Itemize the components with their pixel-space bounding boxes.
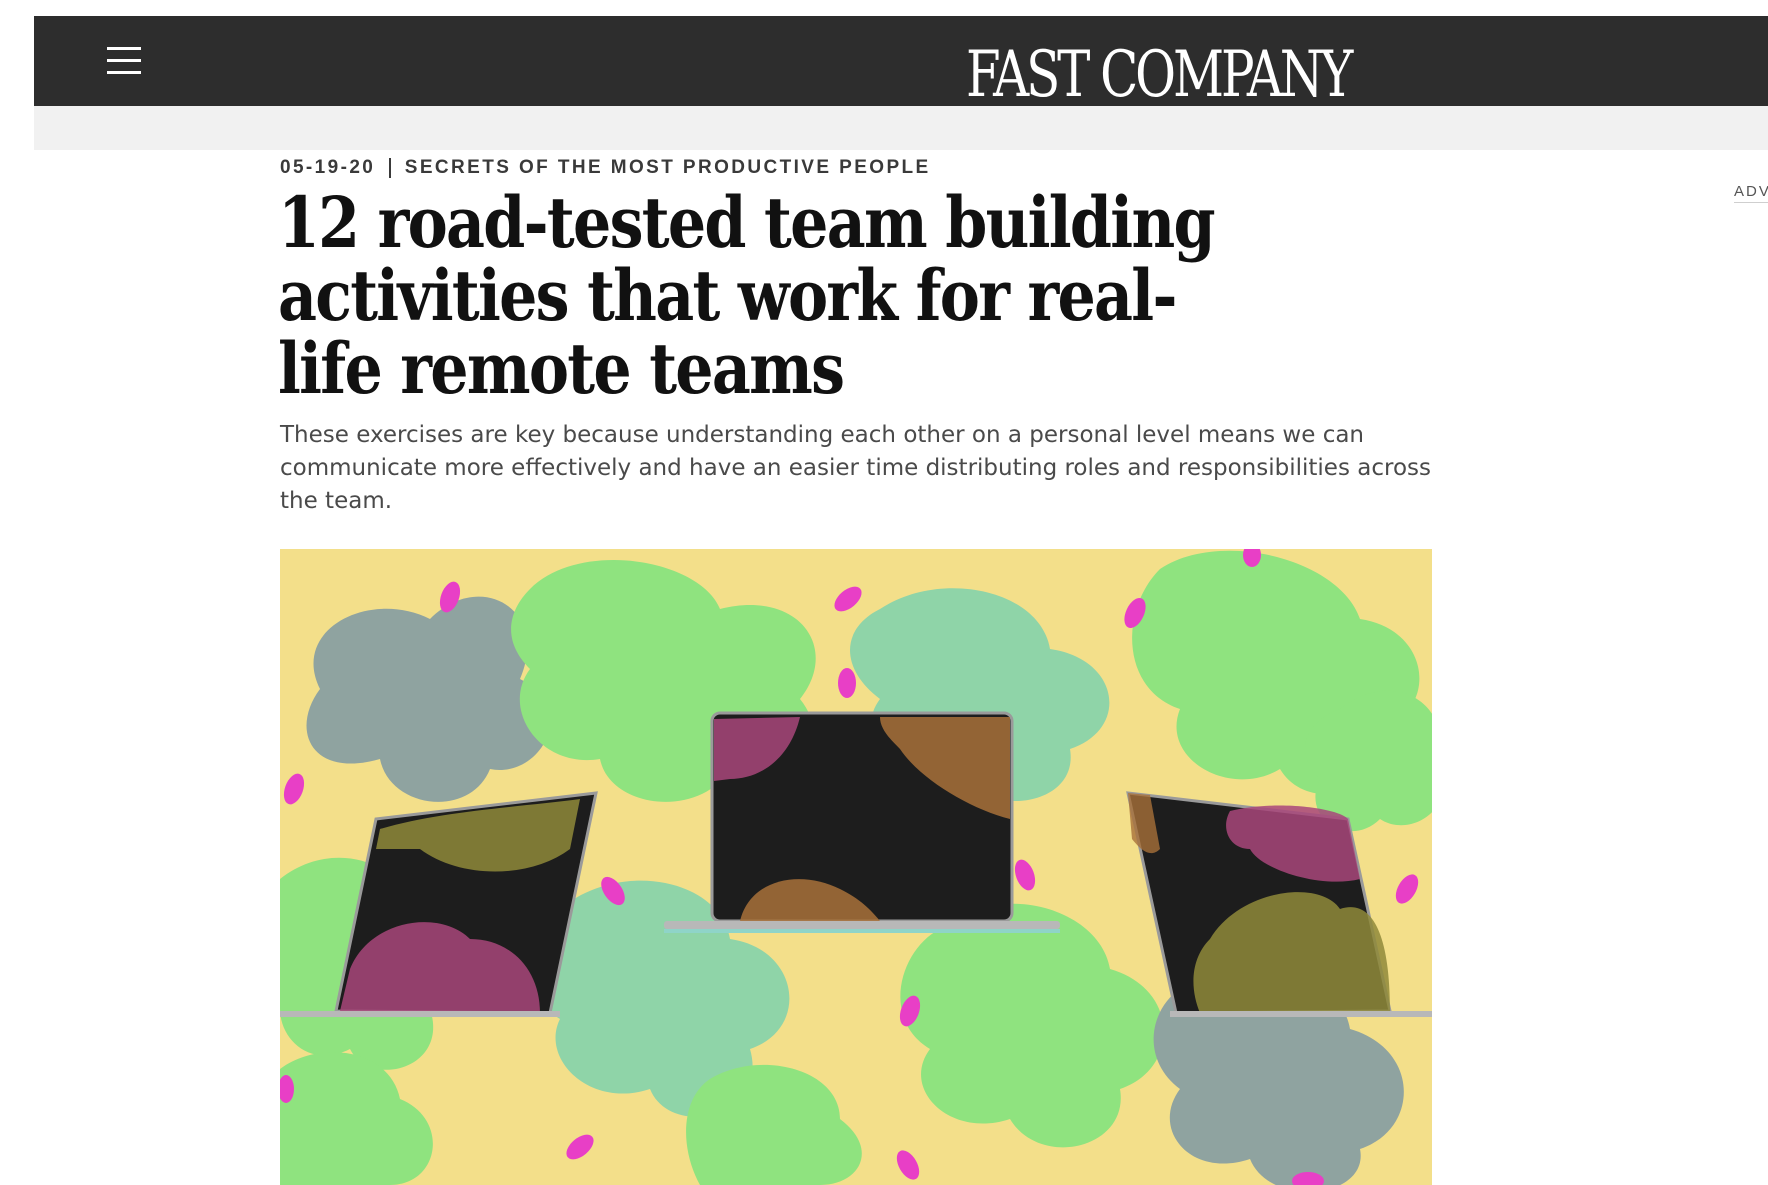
meta-divider — [389, 158, 391, 178]
article-headline: 12 road-tested team building activities … — [278, 181, 1216, 410]
article-category-link[interactable]: SECRETS OF THE MOST PRODUCTIVE PEOPLE — [405, 157, 931, 179]
laptop-center — [664, 711, 1060, 933]
hero-image — [280, 549, 1432, 1185]
article-date: 05-19-20 — [280, 157, 376, 178]
site-header: FAST COMPANY — [34, 16, 1768, 110]
article-deck: These exercises are key because understa… — [280, 422, 1431, 514]
advertisement-label: ADV — [1734, 183, 1768, 203]
sub-navigation-bar — [34, 106, 1768, 150]
hero-illustration — [280, 549, 1432, 1185]
article-meta: 05-19-20 SECRETS OF THE MOST PRODUCTIVE … — [280, 156, 931, 180]
site-logo[interactable]: FAST COMPANY — [966, 40, 1353, 110]
hamburger-menu-icon[interactable] — [107, 47, 141, 75]
page: FAST COMPANY 05-19-20 SECRETS OF THE MOS… — [0, 0, 1768, 1185]
